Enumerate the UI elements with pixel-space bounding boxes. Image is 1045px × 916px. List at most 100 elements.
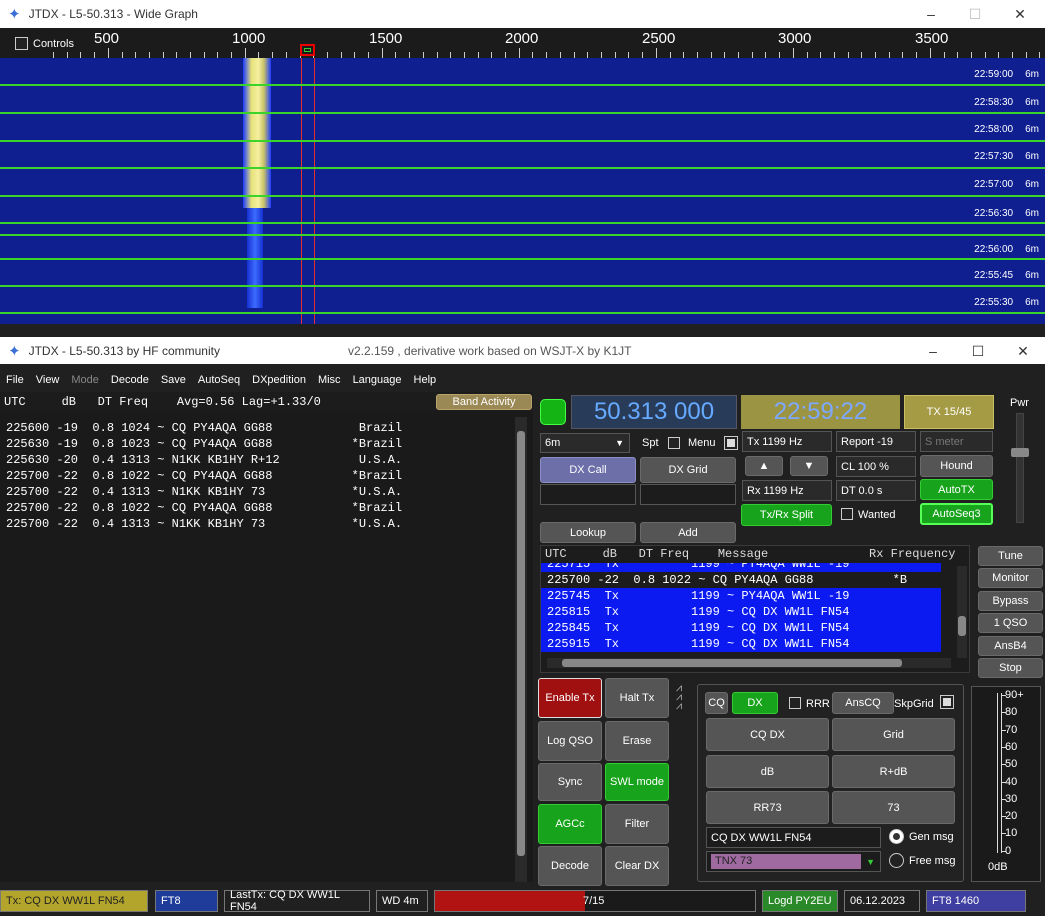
pwr-slider[interactable]	[1011, 413, 1029, 523]
stop-button[interactable]: Stop	[978, 658, 1043, 678]
skpgrid-checkbox[interactable]	[940, 695, 954, 709]
tx-row[interactable]: 225715 Tx 1199 ~ PY4AQA WW1L -19	[541, 563, 941, 572]
tune-button[interactable]: Tune	[978, 546, 1043, 566]
cl-spinbox[interactable]: CL 100 %	[836, 456, 916, 477]
close-button[interactable]: ✕	[998, 0, 1042, 28]
dt-spinbox[interactable]: DT 0.0 s	[836, 480, 916, 501]
tx-row[interactable]: 225815 Tx 1199 ~ CQ DX WW1L FN54	[541, 604, 941, 620]
frequency-ruler[interactable]: 500 1000 1500 2000 2500 3000 3500	[0, 28, 1045, 58]
decode-row[interactable]: 225630 -19 0.8 1023 ~ CQ PY4AQA GG88 *Br…	[6, 436, 402, 452]
anscq-button[interactable]: AnsCQ	[832, 692, 894, 714]
menu-checkbox[interactable]	[724, 436, 738, 450]
lookup-button[interactable]: Lookup	[540, 522, 636, 543]
clear-dx-button[interactable]: Clear DX	[605, 846, 669, 886]
waterfall[interactable]: 22:59:00 6m 22:58:30 6m 22:58:00 6m 22:57:30 6m…	[0, 58, 1045, 324]
status-tx: Tx: CQ DX WW1L FN54	[0, 890, 148, 912]
tx-row[interactable]: 225745 Tx 1199 ~ PY4AQA WW1L -19	[541, 588, 941, 604]
band-activity-scrollbar[interactable]	[515, 417, 527, 882]
app-icon: ✦	[8, 342, 21, 360]
maximize-button[interactable]: ☐	[956, 337, 1000, 365]
1-qso-button[interactable]: 1 QSO	[978, 613, 1043, 634]
decode-row[interactable]: 225700 -22 0.4 1313 ~ N1KK KB1HY 73 *U.S…	[6, 516, 402, 532]
decode-row[interactable]: 225700 -22 0.4 1313 ~ N1KK KB1HY 73 *U.S…	[6, 484, 402, 500]
spt-checkbox[interactable]	[668, 437, 680, 449]
free-msg-select[interactable]: TNX 73 ▼	[706, 851, 881, 872]
dx-button[interactable]: DX	[732, 692, 778, 714]
db-button[interactable]: dB	[706, 755, 829, 788]
rx-frequency-scrollbar[interactable]	[957, 566, 967, 658]
cq-button[interactable]: CQ	[705, 692, 728, 714]
menu-autoseq[interactable]: AutoSeq	[192, 374, 246, 386]
filter-button[interactable]: Filter	[605, 804, 669, 844]
grid-button[interactable]: Grid	[832, 718, 955, 751]
rx-frequency-list[interactable]: 225715 Tx 1199 ~ PY4AQA WW1L -19 225700 -…	[541, 563, 941, 652]
dx-grid-input[interactable]	[640, 484, 736, 505]
autoseq-button[interactable]: AutoSeq3	[920, 503, 993, 525]
report-spinbox[interactable]: Report -19	[836, 431, 916, 452]
freq-down-button[interactable]: ▼	[790, 456, 828, 476]
agcc-button[interactable]: AGCc	[538, 804, 602, 844]
decode-row[interactable]: 225700 -22 0.8 1022 ~ CQ PY4AQA GG88 *Br…	[6, 500, 402, 516]
r-db-button[interactable]: R+dB	[832, 755, 955, 788]
cq-dx-button[interactable]: CQ DX	[706, 718, 829, 751]
menu-file[interactable]: File	[0, 374, 30, 386]
dx-call-input[interactable]	[540, 484, 636, 505]
rrr-checkbox[interactable]	[789, 697, 801, 709]
app-icon: ✦	[8, 6, 21, 23]
halt-tx-button[interactable]: Halt Tx	[605, 678, 669, 718]
menu-save[interactable]: Save	[155, 374, 192, 386]
close-button[interactable]: ✕	[1001, 337, 1045, 365]
monitor-button[interactable]: Monitor	[978, 568, 1043, 589]
ruler-label: 3000	[778, 30, 812, 47]
menu-help[interactable]: Help	[408, 374, 443, 386]
tx-freq-spinbox[interactable]: Tx 1199 Hz	[742, 431, 832, 452]
tx-row[interactable]: 225915 Tx 1199 ~ CQ DX WW1L FN54	[541, 636, 941, 652]
menu-dxpedition[interactable]: DXpedition	[246, 374, 312, 386]
menu-mode[interactable]: Mode	[65, 374, 105, 386]
dx-grid-button[interactable]: DX Grid	[640, 457, 736, 483]
tx-row[interactable]: 225845 Tx 1199 ~ CQ DX WW1L FN54	[541, 620, 941, 636]
gen-msg-radio[interactable]	[889, 829, 904, 844]
maximize-button[interactable]: ☐	[953, 0, 997, 28]
wide-graph-titlebar: ✦ JTDX - L5-50.313 - Wide Graph – ☐ ✕	[0, 0, 1045, 28]
gen-msg-input[interactable]: CQ DX WW1L FN54	[706, 827, 881, 848]
dx-call-button[interactable]: DX Call	[540, 457, 636, 483]
add-button[interactable]: Add	[640, 522, 736, 543]
txrx-split-button[interactable]: Tx/Rx Split	[741, 504, 832, 526]
band-activity-button[interactable]: Band Activity	[436, 394, 532, 410]
menu-decode[interactable]: Decode	[105, 374, 155, 386]
decode-row[interactable]: 225700 -22 0.8 1022 ~ CQ PY4AQA GG88 *B	[541, 572, 941, 588]
decode-button[interactable]: Decode	[538, 846, 602, 886]
tab-arrows-icon[interactable]: ⩘ ⩘ ⩘	[676, 683, 682, 712]
rr73-button[interactable]: RR73	[706, 791, 829, 824]
autotx-button[interactable]: AutoTX	[920, 479, 993, 500]
free-msg-radio[interactable]	[889, 853, 904, 868]
swl-mode-button[interactable]: SWL mode	[605, 763, 669, 801]
rx-marker[interactable]	[300, 44, 315, 56]
decode-row[interactable]: 225700 -22 0.8 1022 ~ CQ PY4AQA GG88 *Br…	[6, 468, 402, 484]
bypass-button[interactable]: Bypass	[978, 590, 1043, 611]
73-button[interactable]: 73	[832, 791, 955, 824]
monitor-indicator	[540, 399, 566, 425]
log-qso-button[interactable]: Log QSO	[538, 721, 602, 761]
enable-tx-button[interactable]: Enable Tx	[538, 678, 602, 718]
frequency-display[interactable]: 50.313 000	[571, 395, 737, 429]
decode-row[interactable]: 225600 -19 0.8 1024 ~ CQ PY4AQA GG88 Bra…	[6, 420, 402, 436]
menu-language[interactable]: Language	[347, 374, 408, 386]
decode-row[interactable]: 225630 -20 0.4 1313 ~ N1KK KB1HY R+12 U.…	[6, 452, 402, 468]
minimize-button[interactable]: –	[911, 337, 955, 365]
ansb4-button[interactable]: AnsB4	[978, 635, 1043, 656]
band-select[interactable]: 6m ▼	[540, 433, 630, 453]
freq-up-button[interactable]: ▲	[745, 456, 783, 476]
minimize-button[interactable]: –	[909, 0, 953, 28]
wanted-checkbox[interactable]	[841, 508, 853, 520]
hound-button[interactable]: Hound	[920, 455, 993, 477]
menu-view[interactable]: View	[30, 374, 66, 386]
menu-misc[interactable]: Misc	[312, 374, 347, 386]
rx-freq-spinbox[interactable]: Rx 1199 Hz	[742, 480, 832, 501]
erase-button[interactable]: Erase	[605, 721, 669, 761]
band-activity-list[interactable]: 225600 -19 0.8 1024 ~ CQ PY4AQA GG88 Bra…	[6, 420, 402, 532]
rx-frequency-hscroll[interactable]	[547, 658, 951, 668]
sync-button[interactable]: Sync	[538, 763, 602, 801]
tx-period-button[interactable]: TX 15/45	[904, 395, 994, 429]
